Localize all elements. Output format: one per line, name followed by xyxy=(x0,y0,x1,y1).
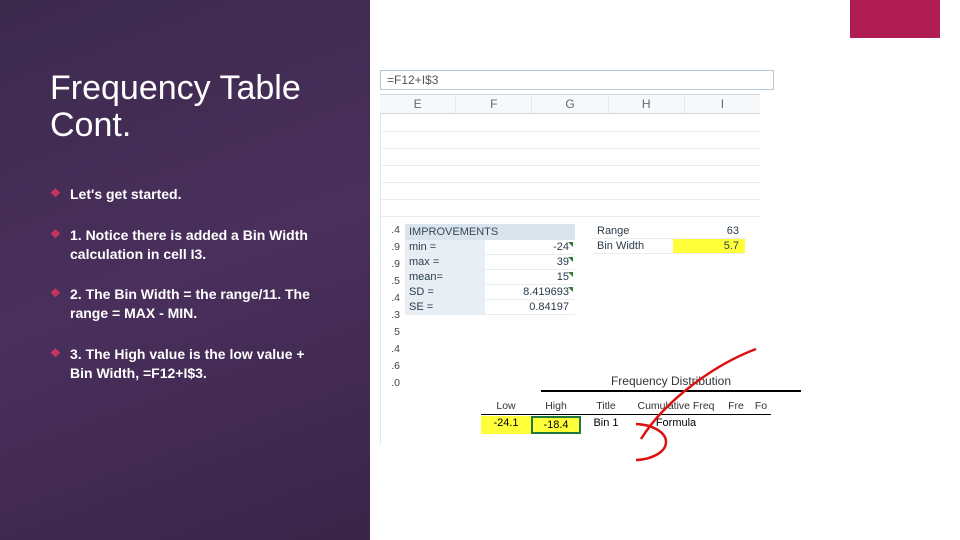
cell-fragment: .5 xyxy=(381,275,403,292)
fd-headers: Low High Title Cumulative Freq Fre Fo xyxy=(481,398,771,415)
column-headers: E F G H I xyxy=(380,94,760,114)
bullet-list: Let's get started. 1. Notice there is ad… xyxy=(50,185,330,383)
cell-fragment: .4 xyxy=(381,224,403,241)
bullet-item: Let's get started. xyxy=(50,185,330,204)
fd-low: -24.1 xyxy=(481,416,531,434)
comment-triangle-icon xyxy=(568,287,573,292)
fd-cumulative: Formula xyxy=(631,416,721,434)
cell-fragment: .9 xyxy=(381,241,403,258)
cell-fragment: .6 xyxy=(381,360,403,377)
fd-header: Fo xyxy=(751,398,771,414)
comment-triangle-icon xyxy=(568,257,573,262)
cell-fragment: 5 xyxy=(381,326,403,343)
fd-bin-title: Bin 1 xyxy=(581,416,631,434)
stats-block: IMPROVEMENTS min =-24 max =39 mean=15 SD… xyxy=(405,224,575,315)
range-block: Range63 Bin Width5.7 xyxy=(591,224,745,254)
stat-label: SD = xyxy=(405,285,485,299)
stat-value: 0.84197 xyxy=(485,300,575,314)
fd-high: -18.4 xyxy=(531,416,581,434)
fd-header: Low xyxy=(481,398,531,414)
cell-fragment: .4 xyxy=(381,343,403,360)
binwidth-value: 5.7 xyxy=(673,239,745,253)
col-header: I xyxy=(685,95,760,113)
range-label: Range xyxy=(591,224,673,238)
fd-header: Title xyxy=(581,398,631,414)
fd-title: Frequency Distribution xyxy=(541,374,801,392)
cell-fragment: .4 xyxy=(381,292,403,309)
stat-label: mean= xyxy=(405,270,485,284)
bullet-item: 2. The Bin Width = the range/11. The ran… xyxy=(50,285,330,323)
cell-fragment: .3 xyxy=(381,309,403,326)
stat-value: -24 xyxy=(485,240,575,254)
col-header: E xyxy=(380,95,456,113)
stat-value: 39 xyxy=(485,255,575,269)
cell-fragment: .0 xyxy=(381,377,403,394)
slide-title: Frequency Table Cont. xyxy=(50,70,330,145)
bullet-item: 1. Notice there is added a Bin Width cal… xyxy=(50,226,330,264)
col-header: F xyxy=(456,95,532,113)
spreadsheet-screenshot: =F12+I$3 E F G H I .4 .9 .9 .5 .4 .3 5 .… xyxy=(370,70,960,500)
fd-data-row: -24.1 -18.4 Bin 1 Formula xyxy=(481,416,721,434)
fd-header: High xyxy=(531,398,581,414)
stat-label: max = xyxy=(405,255,485,269)
stat-value: 15 xyxy=(485,270,575,284)
range-value: 63 xyxy=(673,224,745,238)
col-header: G xyxy=(532,95,608,113)
comment-triangle-icon xyxy=(568,272,573,277)
left-panel: Frequency Table Cont. Let's get started.… xyxy=(0,0,370,540)
stat-value: 8.419693 xyxy=(485,285,575,299)
partial-left-column: .4 .9 .9 .5 .4 .3 5 .4 .6 .0 xyxy=(381,224,403,394)
slide: Frequency Table Cont. Let's get started.… xyxy=(0,0,960,540)
stat-label: SE = xyxy=(405,300,485,314)
binwidth-label: Bin Width xyxy=(591,239,673,253)
accent-bar xyxy=(850,0,940,38)
fd-header: Fre xyxy=(721,398,751,414)
bullet-item: 3. The High value is the low value + Bin… xyxy=(50,345,330,383)
grid-area: .4 .9 .9 .5 .4 .3 5 .4 .6 .0 IMPROVEMENT… xyxy=(380,114,761,444)
col-header: H xyxy=(609,95,685,113)
stat-label: min = xyxy=(405,240,485,254)
comment-triangle-icon xyxy=(568,242,573,247)
fd-header: Cumulative Freq xyxy=(631,398,721,414)
stats-header: IMPROVEMENTS xyxy=(405,224,575,240)
cell-fragment: .9 xyxy=(381,258,403,275)
formula-bar: =F12+I$3 xyxy=(380,70,774,90)
